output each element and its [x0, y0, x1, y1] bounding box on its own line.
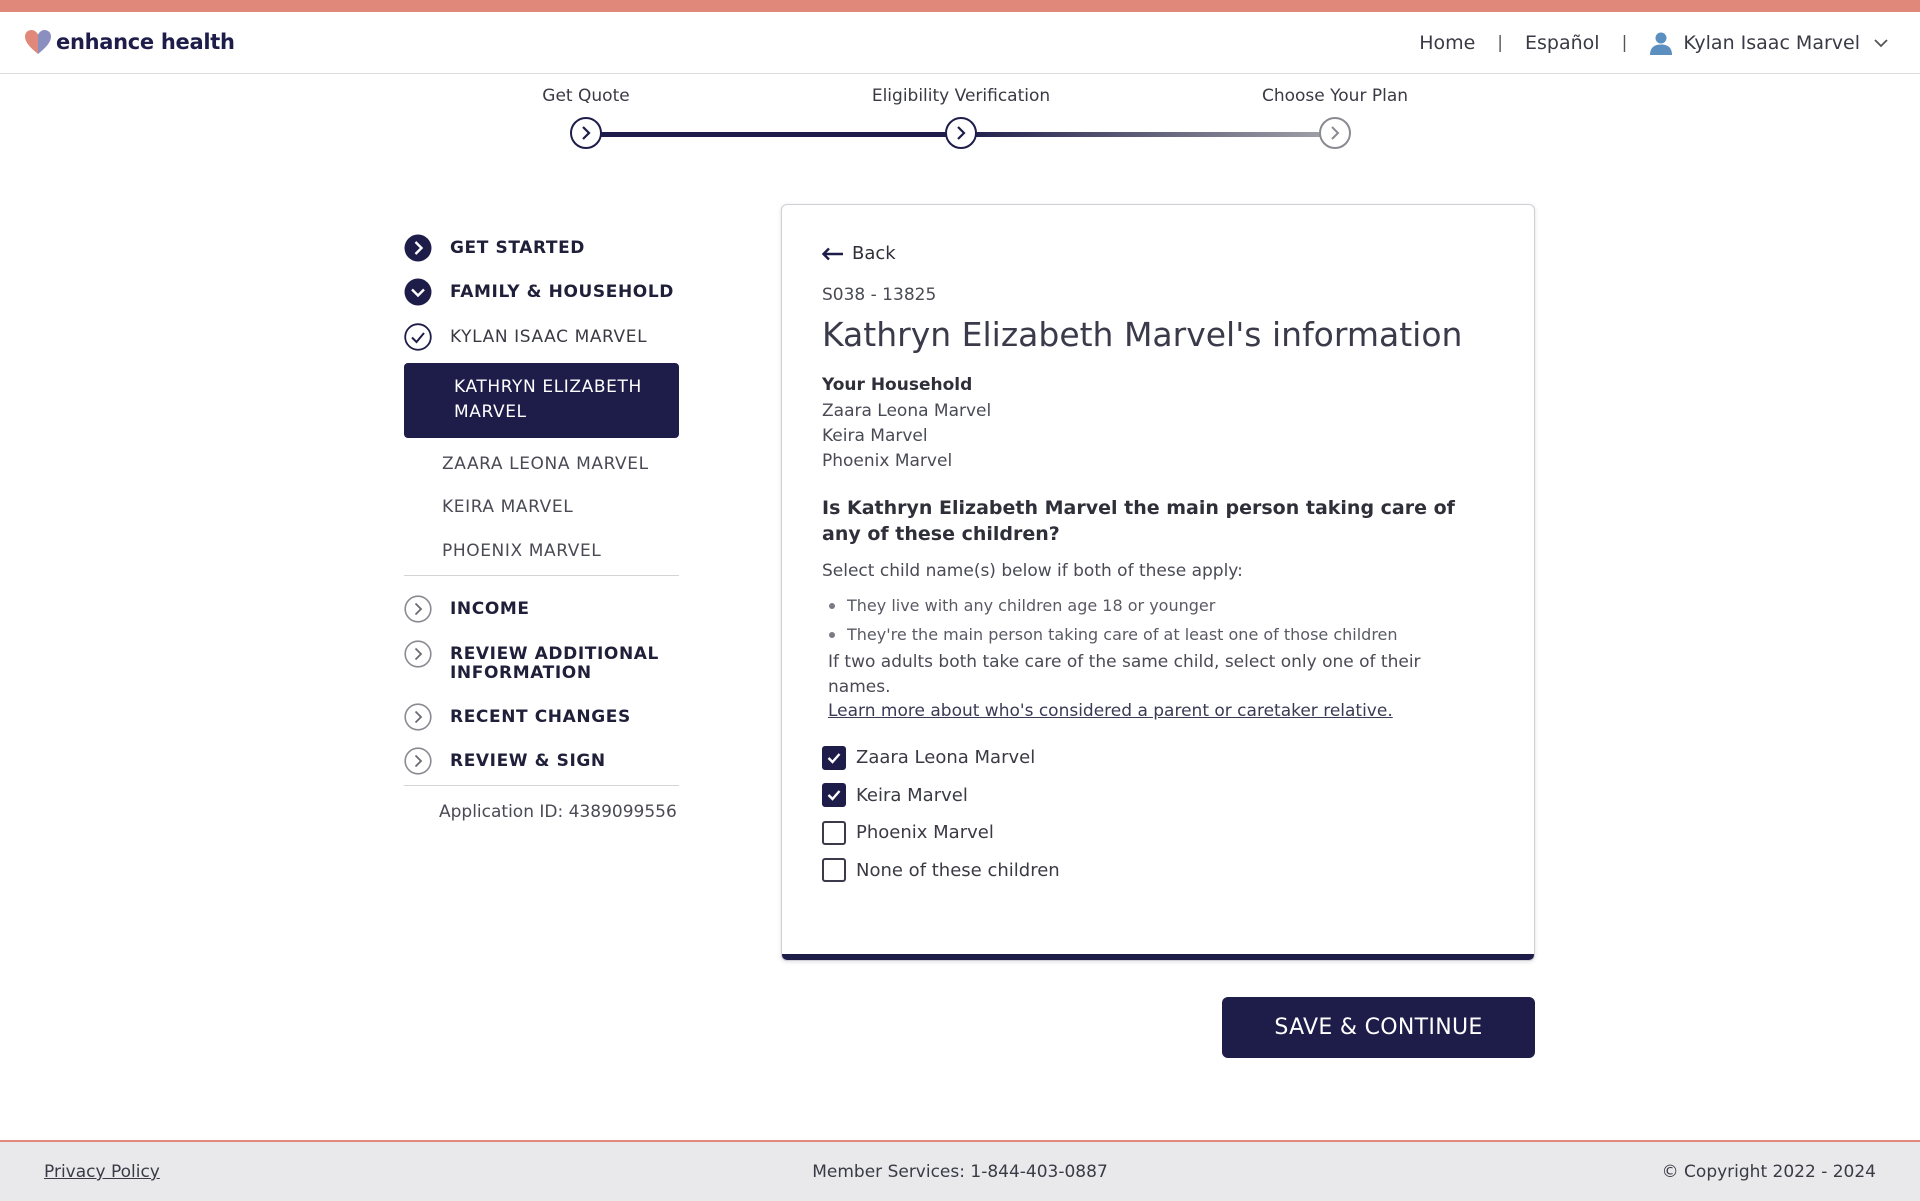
checkbox-unchecked[interactable] — [822, 858, 846, 883]
sidebar-member-kylan[interactable]: KYLAN ISAAC MARVEL — [404, 323, 647, 351]
checkbox-label: Keira Marvel — [856, 784, 968, 806]
sidebar-item-label: GET STARTED — [450, 238, 586, 258]
user-name: Kylan Isaac Marvel — [1683, 32, 1860, 54]
privacy-policy-link[interactable]: Privacy Policy — [44, 1162, 160, 1182]
checkmark-icon — [827, 752, 841, 764]
chevron-right-circle-icon — [404, 703, 432, 731]
nav-language-link[interactable]: Español — [1525, 32, 1600, 54]
site-footer: Privacy Policy Member Services: 1-844-40… — [0, 1140, 1920, 1201]
save-continue-button[interactable]: SAVE & CONTINUE — [1222, 997, 1535, 1058]
nav-separator: | — [1497, 33, 1504, 53]
member-info-card: Back S038 - 13825 Kathryn Elizabeth Marv… — [781, 204, 1535, 961]
household-member: Zaara Leona Marvel — [822, 401, 992, 421]
sidebar-item-label: INCOME — [450, 599, 530, 619]
checkmark-icon — [827, 790, 841, 802]
checkbox-option-zaara[interactable]: Zaara Leona Marvel — [822, 739, 1060, 777]
back-link[interactable]: Back — [822, 243, 896, 264]
progress-stepper: Get Quote Eligibility Verification Choos… — [0, 74, 1920, 164]
criteria-item: They're the main person taking care of a… — [822, 620, 1398, 649]
sidebar-item-label: REVIEW ADDITIONAL INFORMATION — [450, 644, 659, 683]
sidebar-item-label: FAMILY & HOUSEHOLD — [450, 282, 674, 302]
page-title: Kathryn Elizabeth Marvel's information — [822, 315, 1463, 354]
sidebar-member-zaara[interactable]: ZAARA LEONA MARVEL — [404, 454, 649, 474]
chevron-right-circle-icon — [404, 640, 432, 668]
step-connector — [961, 132, 1335, 137]
chevron-right-icon — [1331, 126, 1340, 140]
step-label-eligibility: Eligibility Verification — [871, 86, 1051, 106]
case-id: S038 - 13825 — [822, 285, 937, 305]
chevron-right-icon — [582, 126, 591, 140]
household-list: Zaara Leona Marvel Keira Marvel Phoenix … — [822, 399, 991, 474]
step-circle-eligibility[interactable] — [945, 117, 977, 149]
chevron-down-icon — [1874, 38, 1888, 47]
site-header: enhance health Home | Español | Kylan Is… — [0, 12, 1920, 74]
checkbox-label: Phoenix Marvel — [856, 822, 994, 844]
member-services-phone: Member Services: 1-844-403-0887 — [812, 1162, 1108, 1182]
copyright: © Copyright 2022 - 2024 — [1661, 1162, 1876, 1182]
checkbox-checked[interactable] — [822, 783, 846, 808]
user-menu[interactable]: Kylan Isaac Marvel — [1649, 31, 1888, 55]
step-circle-get-quote[interactable] — [570, 117, 602, 149]
selection-note: If two adults both take care of the same… — [828, 652, 1421, 697]
user-icon — [1650, 32, 1673, 55]
arrow-left-icon — [822, 247, 843, 260]
sidebar-member-label: KYLAN ISAAC MARVEL — [450, 327, 648, 347]
card-bottom-border — [782, 954, 1534, 960]
step-label-choose-plan: Choose Your Plan — [1261, 86, 1409, 106]
chevron-right-icon — [957, 126, 966, 140]
checkbox-label: Zaara Leona Marvel — [856, 747, 1036, 769]
learn-more-link[interactable]: Learn more about who's considered a pare… — [828, 701, 1393, 721]
checkbox-option-keira[interactable]: Keira Marvel — [822, 777, 1060, 815]
children-checkbox-group: Zaara Leona Marvel Keira Marvel Phoenix … — [822, 739, 1060, 889]
sidebar-member-phoenix[interactable]: PHOENIX MARVEL — [404, 541, 601, 561]
sidebar-item-recent-changes[interactable]: RECENT CHANGES — [404, 703, 631, 731]
sidebar-member-keira[interactable]: KEIRA MARVEL — [404, 497, 573, 517]
top-accent-bar — [0, 0, 1920, 12]
checkbox-checked[interactable] — [822, 745, 846, 770]
criteria-item: They live with any children age 18 or yo… — [822, 591, 1398, 620]
checkbox-option-none[interactable]: None of these children — [822, 852, 1060, 890]
sidebar-item-income[interactable]: INCOME — [404, 595, 530, 623]
sidebar-item-review-additional[interactable]: REVIEW ADDITIONAL INFORMATION — [404, 640, 680, 683]
nav-separator: | — [1621, 33, 1628, 53]
step-label-get-quote: Get Quote — [542, 86, 630, 106]
sidebar-member-kathryn[interactable]: KATHRYN ELIZABETH MARVEL — [404, 363, 679, 438]
chevron-down-filled-icon — [404, 278, 432, 306]
heart-logo-icon — [25, 30, 51, 54]
sidebar-item-family-household[interactable]: FAMILY & HOUSEHOLD — [404, 278, 674, 306]
brand-logo[interactable]: enhance health — [24, 29, 235, 55]
checkbox-unchecked[interactable] — [822, 820, 846, 845]
criteria-list: They live with any children age 18 or yo… — [822, 591, 1398, 649]
step-circle-choose-plan[interactable] — [1319, 117, 1351, 149]
caretaker-question: Is Kathryn Elizabeth Marvel the main per… — [822, 497, 1455, 545]
sidebar-item-get-started[interactable]: GET STARTED — [404, 234, 585, 262]
question-instruction: Select child name(s) below if both of th… — [822, 561, 1243, 581]
checkbox-label: None of these children — [856, 859, 1060, 881]
step-connector — [586, 132, 961, 137]
sidebar-item-label: RECENT CHANGES — [450, 707, 631, 727]
sidebar-item-label: REVIEW & SIGN — [450, 751, 606, 771]
nav-home-link[interactable]: Home — [1419, 32, 1475, 54]
back-label: Back — [852, 243, 896, 264]
top-nav: Home | Español | Kylan Isaac Marvel — [1419, 12, 1888, 74]
checkbox-option-phoenix[interactable]: Phoenix Marvel — [822, 814, 1060, 852]
chevron-right-filled-icon — [404, 234, 432, 262]
sidebar-divider — [404, 575, 679, 576]
household-heading: Your Household — [822, 375, 973, 395]
household-member: Phoenix Marvel — [822, 451, 953, 471]
household-member: Keira Marvel — [822, 426, 928, 446]
check-circle-icon — [404, 323, 432, 351]
chevron-right-circle-icon — [404, 595, 432, 623]
application-id: Application ID: 4389099556 — [439, 802, 677, 822]
chevron-right-circle-icon — [404, 747, 432, 775]
sidebar-divider — [404, 785, 679, 786]
brand-name: enhance health — [56, 30, 235, 54]
sidebar-item-review-sign[interactable]: REVIEW & SIGN — [404, 747, 606, 775]
